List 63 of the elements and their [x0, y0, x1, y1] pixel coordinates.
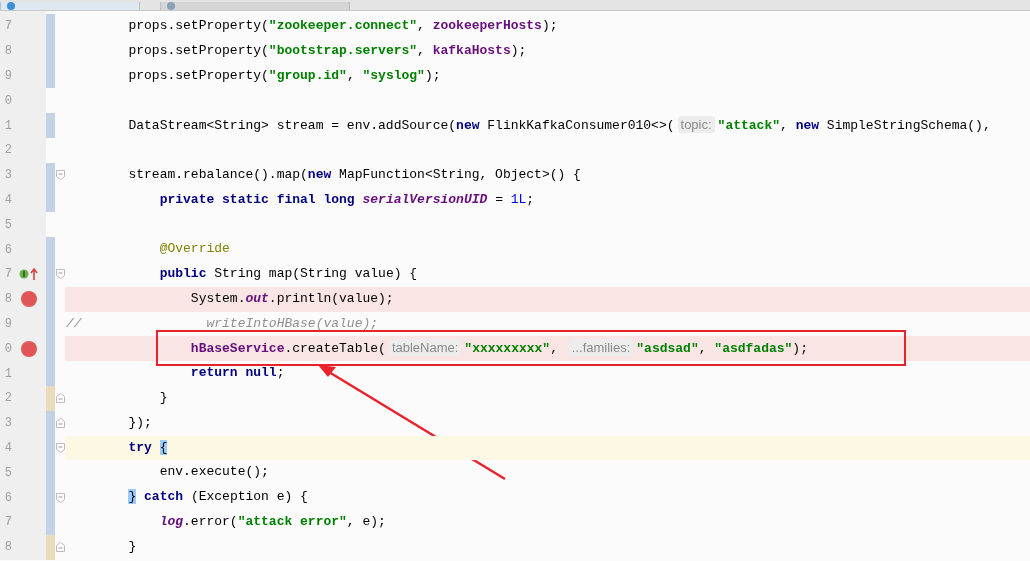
- line-number: 5: [3, 465, 12, 480]
- code-line: }: [127, 537, 138, 556]
- change-marker[interactable]: [46, 63, 55, 89]
- line-number: 7: [3, 267, 12, 282]
- change-marker[interactable]: [46, 113, 55, 138]
- fold-icon[interactable]: [55, 393, 65, 404]
- editor-tab[interactable]: [160, 2, 350, 10]
- change-marker[interactable]: [46, 162, 55, 188]
- code-line: }: [158, 388, 169, 407]
- code-line: log.error("attack error", e);: [158, 512, 387, 531]
- line-number: 2: [3, 143, 12, 158]
- line-number: 2: [3, 391, 12, 406]
- code-line: @Override: [158, 240, 231, 259]
- line-number: 6: [3, 242, 12, 257]
- code-line: props.setProperty("group.id", "syslog");: [127, 66, 442, 85]
- change-marker[interactable]: [46, 509, 55, 535]
- change-marker[interactable]: [46, 361, 55, 386]
- line-number: 5: [3, 217, 12, 232]
- fold-icon[interactable]: [55, 492, 65, 503]
- line-number: 7: [3, 515, 12, 530]
- file-icon: [5, 2, 17, 10]
- change-marker[interactable]: [46, 410, 55, 436]
- line-number: 4: [3, 192, 12, 207]
- fold-icon[interactable]: [55, 269, 65, 280]
- change-marker[interactable]: [46, 237, 55, 262]
- file-icon: [165, 2, 177, 10]
- line-number: 9: [3, 316, 12, 331]
- change-marker[interactable]: [46, 187, 55, 213]
- line-number: 0: [3, 341, 12, 356]
- code-line: public String map(String value) {: [158, 264, 419, 283]
- code-line: env.execute();: [158, 463, 270, 482]
- fold-icon[interactable]: [55, 170, 65, 181]
- code-line: return null;: [189, 364, 286, 383]
- breakpoint-icon[interactable]: [21, 291, 37, 308]
- implements-icon[interactable]: [19, 267, 39, 282]
- code-line: private static final long serialVersionUID = 1L;: [158, 190, 536, 209]
- fold-icon[interactable]: [55, 418, 65, 429]
- line-number: 8: [3, 44, 12, 59]
- line-number: 1: [3, 118, 12, 133]
- code-line: DataStream<String> stream = env.addSource(new FlinkKafkaConsumer010<>( topic: "attack", new SimpleStringSchema(),: [127, 115, 992, 136]
- line-number: 7: [3, 19, 12, 34]
- code-line: stream.rebalance().map(new MapFunction<String, Object>() {: [127, 165, 582, 184]
- line-number: 4: [3, 440, 12, 455]
- editor-tab[interactable]: [0, 2, 140, 10]
- line-number: 0: [3, 93, 12, 108]
- code-line: props.setProperty("bootstrap.servers", kafkaHosts);: [127, 41, 528, 60]
- fold-icon[interactable]: [55, 542, 65, 553]
- line-number: 8: [3, 540, 12, 555]
- line-number: 8: [3, 292, 12, 307]
- code-line: } catch (Exception e) {: [127, 488, 309, 507]
- code-line: props.setProperty("zookeeper.connect", zookeeperHosts);: [127, 17, 559, 35]
- change-marker[interactable]: [46, 534, 55, 560]
- fold-icon[interactable]: [55, 442, 65, 453]
- change-marker[interactable]: [46, 385, 55, 411]
- breakpoint-icon[interactable]: [21, 340, 37, 357]
- code-line: // writeIntoHBase(value);: [65, 314, 380, 333]
- change-marker[interactable]: [46, 14, 55, 39]
- code-line: });: [127, 413, 153, 432]
- line-number: 6: [3, 490, 12, 505]
- line-number: 1: [3, 366, 12, 381]
- line-number: 3: [3, 416, 12, 431]
- line-number: 9: [3, 69, 12, 83]
- line-number: 3: [3, 168, 12, 183]
